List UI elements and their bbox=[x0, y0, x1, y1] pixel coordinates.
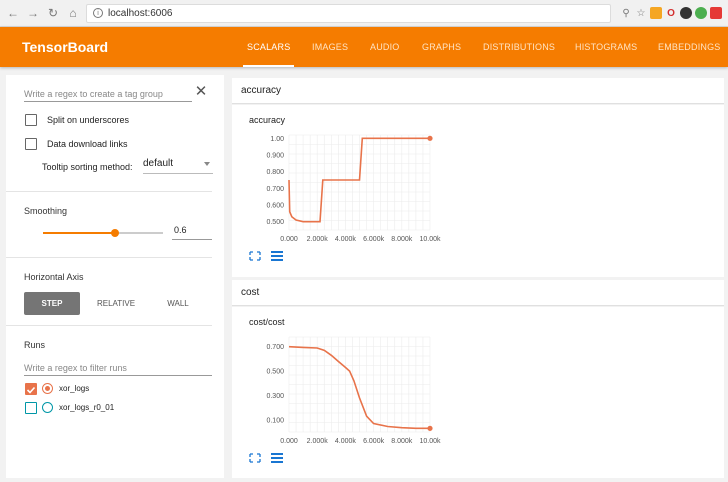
data-table-icon[interactable] bbox=[271, 251, 283, 261]
y-tick-label: 0.500 bbox=[266, 369, 284, 376]
app-header: TensorBoard SCALARS IMAGES AUDIO GRAPHS … bbox=[0, 27, 728, 67]
smoothing-slider-thumb[interactable] bbox=[111, 229, 119, 237]
info-icon[interactable]: i bbox=[93, 8, 103, 18]
tab-distributions[interactable]: DISTRIBUTIONS bbox=[483, 27, 555, 67]
x-tick-label: 4.000k bbox=[335, 236, 357, 243]
reload-icon[interactable]: ↻ bbox=[46, 5, 60, 21]
check-icon bbox=[26, 386, 36, 394]
run-checkbox-xor-logs-r0-01[interactable] bbox=[25, 402, 37, 414]
tooltip-sorting-value: default bbox=[143, 158, 174, 169]
extensions: ⚲ ☆ O bbox=[617, 7, 722, 19]
horizontal-axis-title: Horizontal Axis bbox=[24, 272, 84, 282]
chart-card-cost: cost/cost 0.000 2.000k 4.000k 6.000k 8.000k 1… bbox=[232, 307, 724, 478]
tab-embeddings[interactable]: EMBEDDINGS bbox=[658, 27, 721, 67]
divider bbox=[6, 191, 212, 192]
y-tick-label: 0.100 bbox=[266, 417, 284, 424]
y-tick-label: 0.900 bbox=[266, 153, 284, 160]
x-tick-label: 0.000 bbox=[280, 438, 298, 445]
back-icon[interactable]: ← bbox=[6, 5, 20, 21]
runs-title: Runs bbox=[24, 340, 46, 350]
smoothing-value-input[interactable]: 0.6 bbox=[172, 225, 212, 240]
run-radio-xor-logs[interactable] bbox=[42, 383, 53, 394]
y-tick-label: 0.700 bbox=[266, 344, 284, 351]
extension-red-icon[interactable] bbox=[710, 7, 722, 19]
x-tick-label: 8.000k bbox=[391, 236, 413, 243]
x-tick-label: 6.000k bbox=[363, 236, 385, 243]
split-underscores-label: Split on underscores bbox=[47, 115, 130, 125]
smoothing-value: 0.6 bbox=[174, 225, 187, 235]
tab-graphs[interactable]: GRAPHS bbox=[422, 27, 461, 67]
y-tick-label: 0.800 bbox=[266, 169, 284, 176]
series-end-point bbox=[427, 425, 433, 431]
extension-green-icon[interactable] bbox=[695, 7, 707, 19]
chevron-down-icon bbox=[204, 162, 210, 166]
tag-group-regex-input[interactable]: Write a regex to create a tag group bbox=[24, 87, 192, 102]
data-download-checkbox[interactable] bbox=[25, 138, 37, 150]
data-table-icon[interactable] bbox=[271, 453, 283, 463]
home-icon[interactable]: ⌂ bbox=[66, 5, 80, 21]
y-tick-label: 0.600 bbox=[266, 203, 284, 210]
browser-toolbar: ← → ↻ ⌂ i localhost:6006 ⚲ ☆ O bbox=[0, 0, 728, 27]
x-tick-label: 4.000k bbox=[335, 438, 357, 445]
x-tick-label: 10.00k bbox=[419, 236, 441, 243]
sidebar: Write a regex to create a tag group ✕ Sp… bbox=[6, 75, 224, 478]
axis-wall-button[interactable]: WALL bbox=[156, 292, 200, 315]
url-text: localhost:6006 bbox=[108, 7, 173, 19]
star-icon[interactable]: ☆ bbox=[635, 7, 647, 19]
extension-folder-icon[interactable] bbox=[650, 7, 662, 19]
run-label-xor-logs: xor_logs bbox=[59, 384, 90, 393]
y-tick-label: 0.300 bbox=[266, 393, 284, 400]
zoom-icon[interactable]: ⚲ bbox=[620, 7, 632, 19]
tooltip-sorting-label: Tooltip sorting method: bbox=[42, 162, 133, 172]
x-tick-label: 0.000 bbox=[280, 236, 298, 243]
y-tick-label: 1.00 bbox=[270, 136, 284, 143]
cost-chart[interactable]: 0.000 2.000k 4.000k 6.000k 8.000k 10.00k 0.100… bbox=[232, 307, 492, 452]
axis-relative-button[interactable]: RELATIVE bbox=[92, 292, 140, 315]
smoothing-slider-fill bbox=[43, 232, 115, 234]
x-tick-label: 8.000k bbox=[391, 438, 413, 445]
data-download-label: Data download links bbox=[47, 139, 128, 149]
x-tick-label: 2.000k bbox=[307, 438, 329, 445]
smoothing-slider[interactable] bbox=[43, 229, 163, 237]
close-icon[interactable]: ✕ bbox=[192, 83, 210, 101]
smoothing-title: Smoothing bbox=[24, 206, 68, 216]
divider bbox=[6, 257, 212, 258]
run-radio-xor-logs-r0-01[interactable] bbox=[42, 402, 53, 413]
x-tick-label: 2.000k bbox=[307, 236, 329, 243]
forward-icon[interactable]: → bbox=[26, 5, 40, 21]
x-tick-label: 6.000k bbox=[363, 438, 385, 445]
x-tick-label: 10.00k bbox=[419, 438, 441, 445]
axis-step-button[interactable]: STEP bbox=[24, 292, 80, 315]
tab-images[interactable]: IMAGES bbox=[312, 27, 348, 67]
divider bbox=[6, 325, 212, 326]
chart-card-accuracy: accuracy 0.000 2.000k 4.000k 6.000k 8.000k 10… bbox=[232, 105, 724, 277]
tab-scalars[interactable]: SCALARS bbox=[242, 27, 295, 67]
app-title: TensorBoard bbox=[22, 39, 109, 55]
fullscreen-icon[interactable] bbox=[249, 453, 261, 463]
runs-filter-input[interactable]: Write a regex to filter runs bbox=[24, 360, 212, 376]
y-tick-label: 0.700 bbox=[266, 186, 284, 193]
section-header-cost[interactable]: cost bbox=[232, 280, 724, 306]
radio-dot bbox=[44, 385, 50, 391]
tab-histograms[interactable]: HISTOGRAMS bbox=[575, 27, 637, 67]
tab-audio[interactable]: AUDIO bbox=[370, 27, 400, 67]
tooltip-sorting-select[interactable]: default bbox=[143, 158, 213, 174]
accuracy-chart[interactable]: 0.000 2.000k 4.000k 6.000k 8.000k 10.00k 0.500… bbox=[232, 105, 492, 250]
opera-icon[interactable]: O bbox=[665, 7, 677, 19]
split-underscores-checkbox[interactable] bbox=[25, 114, 37, 126]
fullscreen-icon[interactable] bbox=[249, 251, 261, 261]
extension-dark-icon[interactable] bbox=[680, 7, 692, 19]
series-end-point bbox=[427, 135, 433, 141]
y-tick-label: 0.500 bbox=[266, 219, 284, 226]
run-label-xor-logs-r0-01: xor_logs_r0_01 bbox=[59, 403, 115, 412]
address-bar[interactable]: i localhost:6006 bbox=[86, 3, 611, 23]
run-checkbox-xor-logs[interactable] bbox=[25, 383, 37, 395]
section-header-accuracy[interactable]: accuracy bbox=[232, 78, 724, 104]
